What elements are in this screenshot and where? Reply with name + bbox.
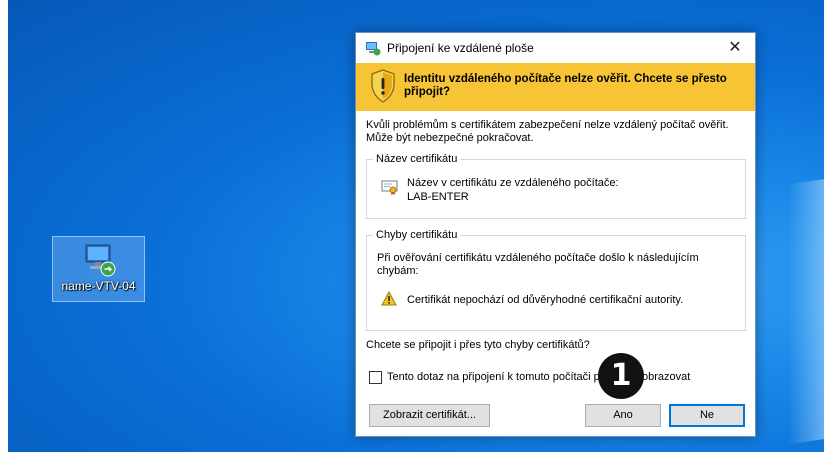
certificate-name-group: Název certifikátu Název v certifikátu ze… xyxy=(366,153,746,219)
title-bar[interactable]: Připojení ke vzdálené ploše ✕ xyxy=(356,33,755,63)
warning-triangle-icon xyxy=(381,291,397,306)
rdp-certificate-dialog: Připojení ke vzdálené ploše ✕ Identitu v… xyxy=(355,32,756,437)
intro-text: Kvůli problémům s certifikátem zabezpeče… xyxy=(366,119,729,144)
certificate-errors-legend: Chyby certifikátu xyxy=(373,229,461,241)
certificate-icon xyxy=(381,180,398,195)
dont-ask-checkbox-label[interactable]: Tento dotaz na připojení k tomuto počíta… xyxy=(387,371,690,383)
shield-warning-icon xyxy=(371,69,395,103)
certificate-name-label: Název v certifikátu ze vzdáleného počíta… xyxy=(407,177,619,189)
certificate-name-block: Název v certifikátu ze vzdáleného počíta… xyxy=(407,176,619,204)
yes-button[interactable]: Ano xyxy=(585,404,661,427)
remote-desktop-icon xyxy=(366,42,381,56)
certificate-name-legend: Název certifikátu xyxy=(373,153,461,165)
desktop-shortcut-label: name-VTV-04 xyxy=(61,279,136,293)
dont-ask-checkbox[interactable] xyxy=(369,371,382,384)
step-marker: 1 xyxy=(598,353,644,399)
certificate-errors-group: Chyby certifikátu Při ověřování certifik… xyxy=(366,229,746,331)
wallpaper-light xyxy=(788,175,824,445)
remote-desktop-icon xyxy=(85,244,115,277)
desktop-shortcut[interactable]: name-VTV-04 xyxy=(52,236,145,302)
connect-question: Chcete se připojit i přes tyto chyby cer… xyxy=(366,339,590,351)
certificate-errors-description: Při ověřování certifikátu vzdáleného poč… xyxy=(377,252,699,277)
dialog-title: Připojení ke vzdálené ploše xyxy=(387,41,534,55)
warning-banner-text: Identitu vzdáleného počítače nelze ověři… xyxy=(404,73,727,98)
no-button[interactable]: Ne xyxy=(669,404,745,427)
close-icon[interactable]: ✕ xyxy=(715,33,755,63)
certificate-name-value: LAB-ENTER xyxy=(407,191,469,203)
certificate-error-item: Certifikát nepochází od důvěryhodné cert… xyxy=(407,294,684,306)
warning-banner: Identitu vzdáleného počítače nelze ověři… xyxy=(356,63,755,111)
view-certificate-button[interactable]: Zobrazit certifikát... xyxy=(369,404,490,427)
